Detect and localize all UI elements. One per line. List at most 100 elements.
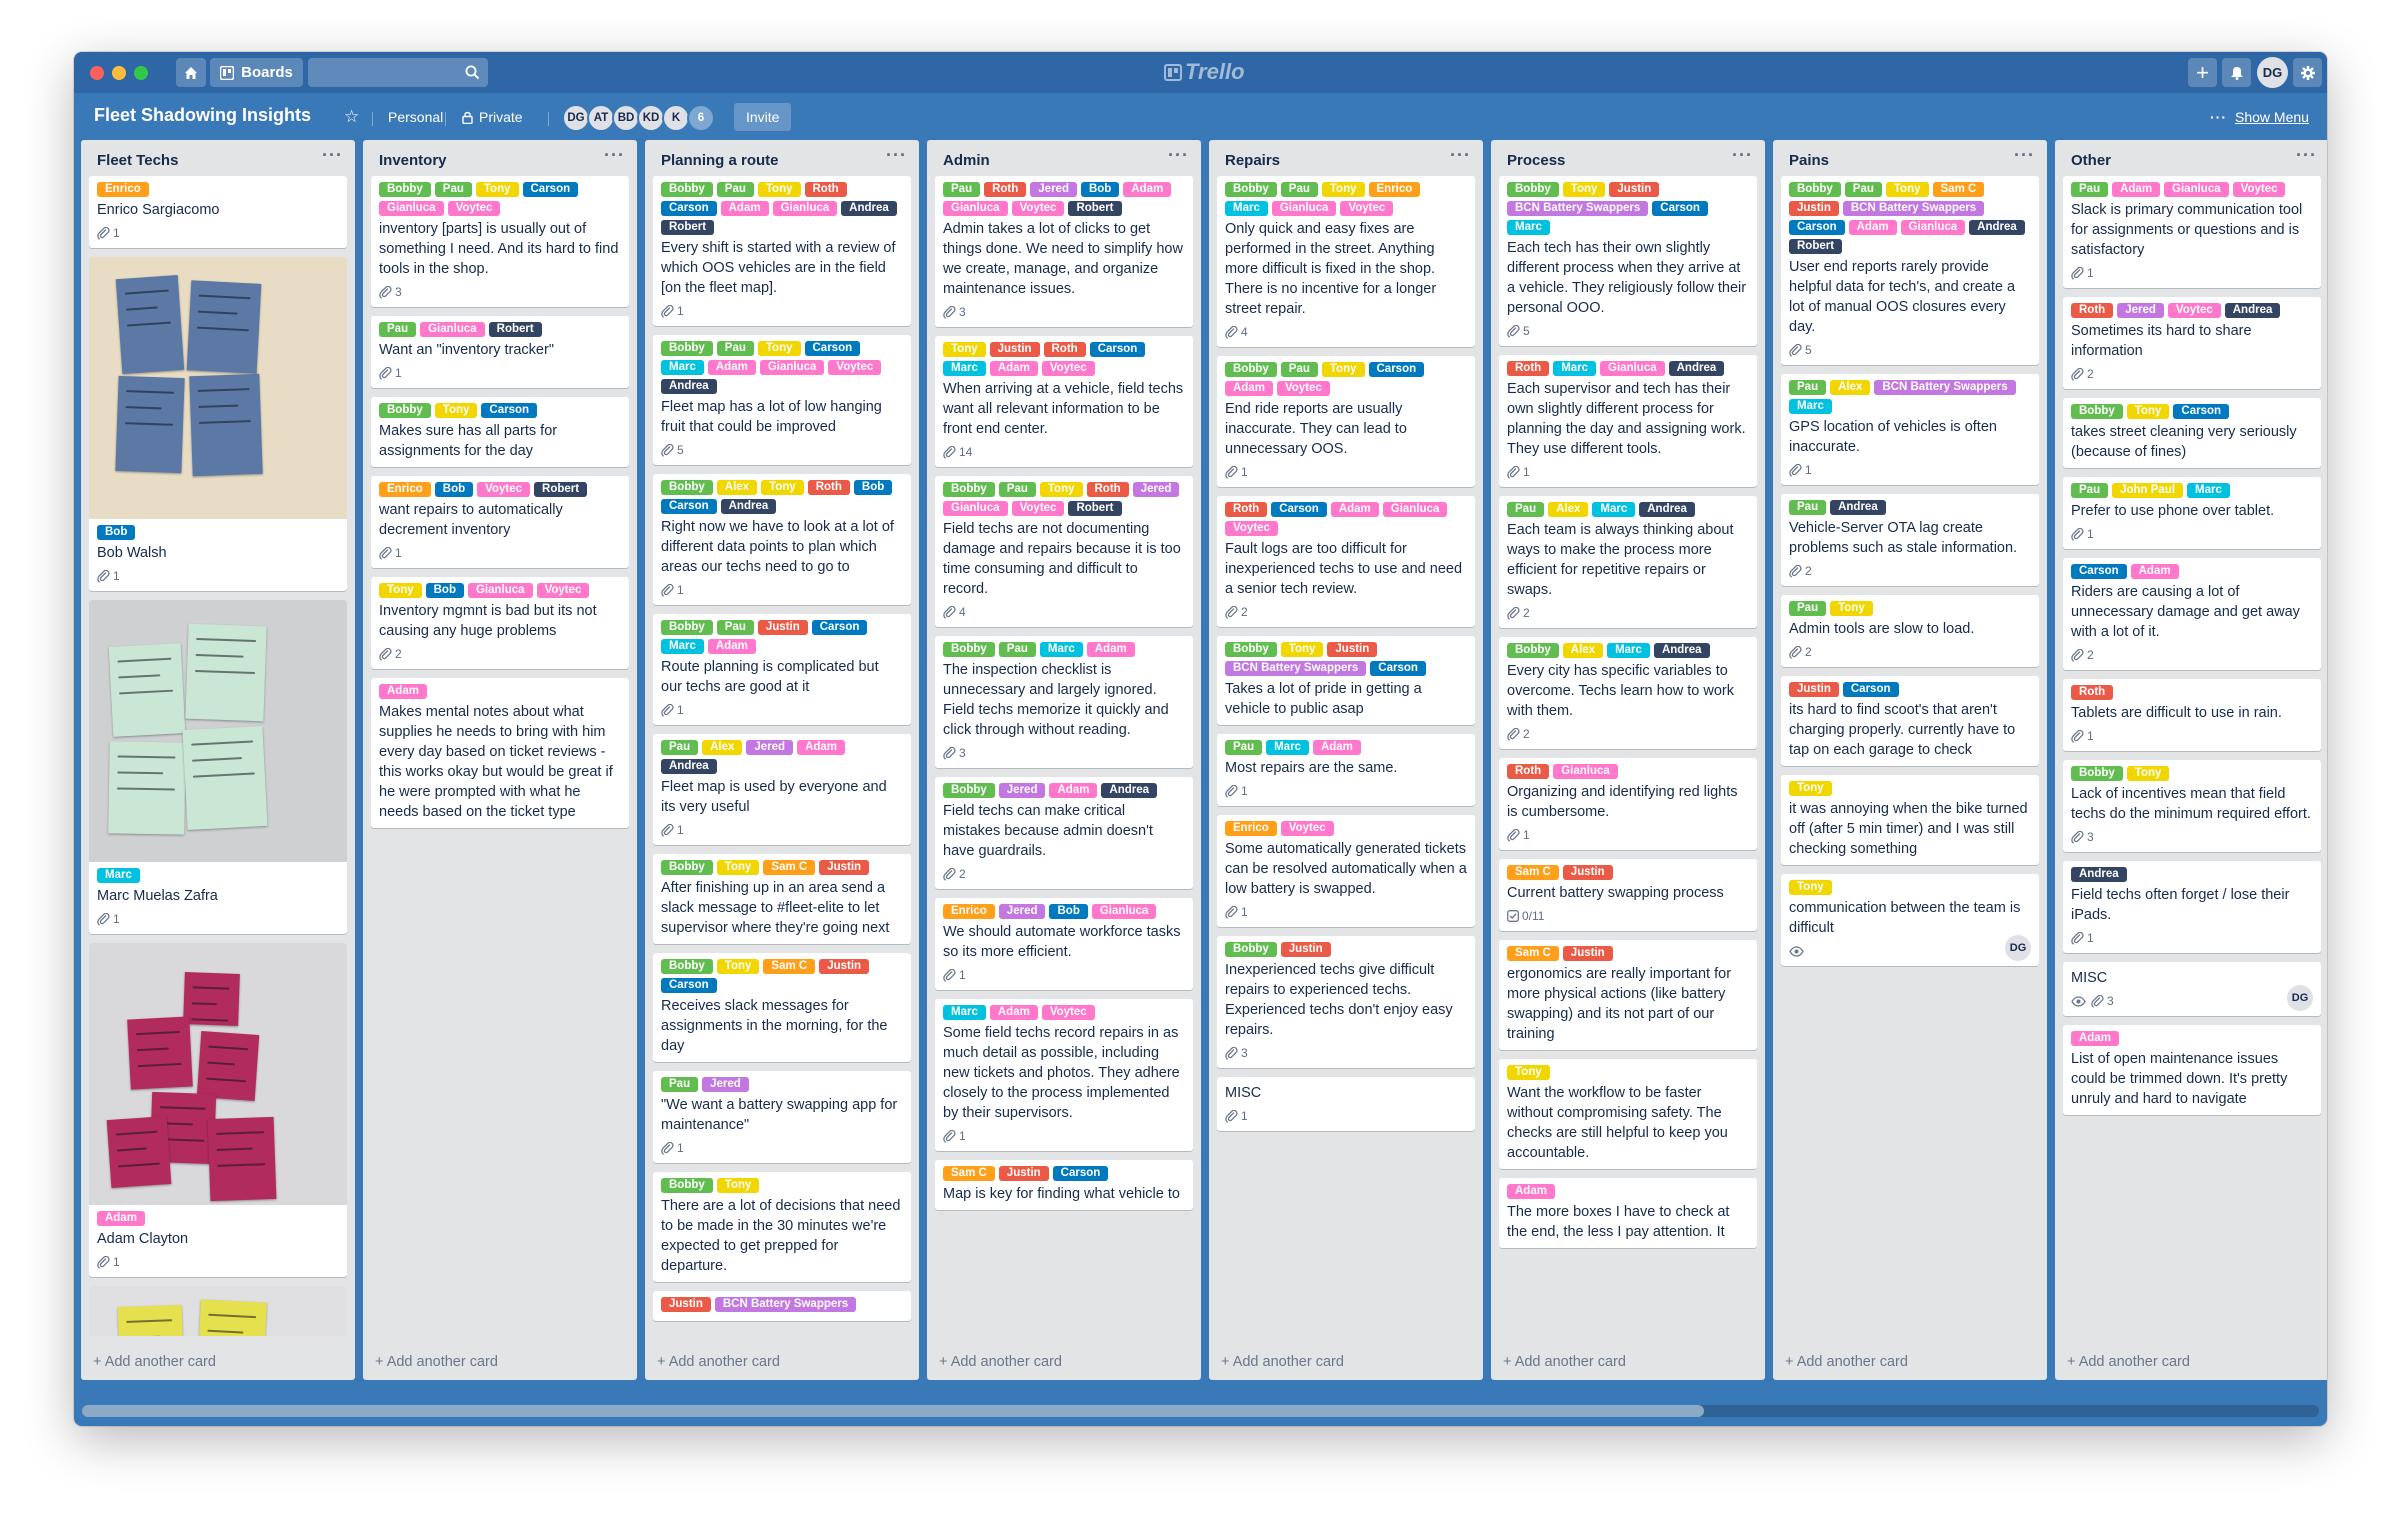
label-red[interactable]: Justin <box>1327 642 1378 657</box>
card[interactable]: Bob Bob Walsh 1 <box>89 257 347 591</box>
label-sky[interactable]: Marc <box>1607 643 1650 658</box>
label-red[interactable]: Justin <box>1789 682 1839 697</box>
add-card-button[interactable]: + Add another card <box>93 1354 216 1370</box>
label-pink[interactable]: Voytec <box>477 482 531 497</box>
label-purple[interactable]: Jered <box>702 1077 749 1092</box>
card[interactable]: Tony Justin Roth Carson Marc Adam Voytec When a… <box>935 336 1193 467</box>
list-menu-icon[interactable]: ··· <box>886 145 907 166</box>
label-black[interactable]: Andrea <box>720 499 777 514</box>
card[interactable]: Roth Carson Adam Gianluca Voytec Fault logs a… <box>1217 496 1475 627</box>
label-green[interactable]: Bobby <box>943 783 995 798</box>
label-yellow[interactable]: Tony <box>2126 404 2170 419</box>
card[interactable]: Bobby Tony Sam C Justin Carson Receives slack… <box>653 953 911 1062</box>
label-pink[interactable]: Adam <box>797 740 846 755</box>
card[interactable]: Bobby Pau Marc Adam The inspection checklist… <box>935 636 1193 768</box>
card[interactable]: Sam C Justin Current battery swapping proc… <box>1499 859 1757 931</box>
label-purple[interactable]: BCN Battery Swappers <box>1225 661 1367 676</box>
label-pink[interactable]: Adam <box>97 1211 145 1226</box>
label-blue[interactable]: Carson <box>522 182 579 197</box>
label-blue[interactable]: Carson <box>1089 342 1146 357</box>
label-yellow[interactable]: Alex <box>716 480 758 495</box>
label-yellow[interactable]: Tony <box>761 480 804 495</box>
label-pink[interactable]: Gianluca <box>420 322 485 337</box>
label-green[interactable]: Pau <box>1507 502 1545 517</box>
label-red[interactable]: Justin <box>1789 201 1839 216</box>
label-purple[interactable]: BCN Battery Swappers <box>1842 201 1985 216</box>
home-button[interactable] <box>176 58 206 87</box>
label-black[interactable]: Andrea <box>1668 361 1725 376</box>
label-green[interactable]: Bobby <box>379 182 431 197</box>
card[interactable]: Pau Jered "We want a battery swapping app … <box>653 1071 911 1163</box>
label-yellow[interactable]: Alex <box>1830 380 1871 395</box>
card[interactable]: Roth Tablets are difficult to use in rain… <box>2063 679 2321 751</box>
notifications-button[interactable] <box>2222 58 2251 87</box>
card[interactable]: Enrico Bob Voytec Robert want repairs to aut… <box>371 476 629 568</box>
add-card-button[interactable]: + Add another card <box>1503 1354 1626 1370</box>
label-red[interactable]: Justin <box>819 860 870 875</box>
add-card-button[interactable]: + Add another card <box>2067 1354 2190 1370</box>
label-black[interactable]: Andrea <box>1639 502 1695 517</box>
label-blue[interactable]: Carson <box>1368 362 1425 377</box>
card[interactable]: Pau Alex BCN Battery Swappers Marc GPS locat… <box>1781 374 2039 485</box>
label-blue[interactable]: Carson <box>661 978 717 993</box>
label-orange[interactable]: Enrico <box>1225 821 1277 836</box>
show-menu-button[interactable]: ··· Show Menu <box>2202 103 2317 131</box>
label-pink[interactable]: Adam <box>989 361 1038 376</box>
label-pink[interactable]: Gianluca <box>1553 764 1618 779</box>
label-green[interactable]: Bobby <box>1507 643 1559 658</box>
label-blue[interactable]: Bob <box>853 480 893 495</box>
label-pink[interactable]: Adam <box>2130 564 2179 579</box>
label-pink[interactable]: Voytec <box>1280 821 1334 836</box>
card[interactable]: Bobby Pau Tony Sam C Justin BCN Battery Swapp… <box>1781 176 2039 365</box>
card[interactable]: MISC 3 DG <box>2063 962 2321 1016</box>
label-pink[interactable]: Adam <box>707 360 756 375</box>
card[interactable]: Bobby Tony Lack of incentives mean that fi… <box>2063 760 2321 852</box>
maximize-window-button[interactable] <box>134 66 148 80</box>
label-sky[interactable]: Marc <box>661 639 704 654</box>
label-pink[interactable]: Gianluca <box>759 360 825 375</box>
label-blue[interactable]: Carson <box>2071 564 2127 579</box>
label-blue[interactable]: Carson <box>1370 661 1426 676</box>
label-pink[interactable]: Adam <box>1086 642 1135 657</box>
label-blue[interactable]: Bob <box>434 482 474 497</box>
label-green[interactable]: Pau <box>716 182 754 197</box>
list-menu-icon[interactable]: ··· <box>322 145 343 166</box>
label-red[interactable]: Roth <box>807 480 850 495</box>
label-orange[interactable]: Sam C <box>763 860 816 875</box>
label-green[interactable]: Bobby <box>2071 404 2123 419</box>
label-purple[interactable]: BCN Battery Swappers <box>1874 380 2016 395</box>
label-pink[interactable]: Gianluca <box>943 501 1008 516</box>
label-pink[interactable]: Adam <box>989 1005 1038 1020</box>
label-pink[interactable]: Voytec <box>1340 201 1394 216</box>
card[interactable]: Pau Roth Jered Bob Adam Gianluca Voytec Robert A… <box>935 176 1193 327</box>
card[interactable]: Bobby Tony Carson takes street cleaning ver… <box>2063 398 2321 468</box>
card[interactable]: Bobby Pau Tony Carson Gianluca Voytec inventor… <box>371 176 629 307</box>
label-red[interactable]: Justin <box>819 959 870 974</box>
label-pink[interactable]: Adam <box>1049 783 1098 798</box>
card-member-avatar[interactable]: DG <box>2287 985 2313 1011</box>
label-pink[interactable]: Adam <box>1330 502 1379 517</box>
card[interactable]: Pau Tony Admin tools are slow to load. 2 <box>1781 595 2039 667</box>
card[interactable]: Tony communication between the team is di… <box>1781 874 2039 966</box>
label-green[interactable]: Bobby <box>661 480 713 495</box>
label-yellow[interactable]: Tony <box>757 182 801 197</box>
create-button[interactable]: + <box>2188 58 2217 87</box>
label-red[interactable]: Justin <box>1609 182 1660 197</box>
label-green[interactable]: Pau <box>2071 182 2109 197</box>
list-menu-icon[interactable]: ··· <box>604 145 625 166</box>
card[interactable]: Enrico Jered Bob Gianluca We should automate… <box>935 898 1193 990</box>
label-green[interactable]: Pau <box>434 182 472 197</box>
label-yellow[interactable]: Tony <box>2126 766 2170 781</box>
star-board-button[interactable]: ☆ <box>336 103 367 131</box>
label-purple[interactable]: Jered <box>998 904 1046 919</box>
label-yellow[interactable]: Tony <box>716 959 760 974</box>
label-blue[interactable]: Carson <box>1271 502 1327 517</box>
label-pink[interactable]: Voytec <box>536 583 590 598</box>
label-pink[interactable]: Adam <box>2112 182 2161 197</box>
card[interactable]: Bobby Pau Tony Carson Adam Voytec End ride rep… <box>1217 356 1475 487</box>
label-blue[interactable]: Carson <box>2173 404 2230 419</box>
card[interactable]: Pau Alex Jered Adam Andrea Fleet map is used … <box>653 734 911 845</box>
label-pink[interactable]: Gianluca <box>379 201 444 216</box>
label-sky[interactable]: Marc <box>2187 483 2230 498</box>
label-blue[interactable]: Carson <box>481 403 538 418</box>
